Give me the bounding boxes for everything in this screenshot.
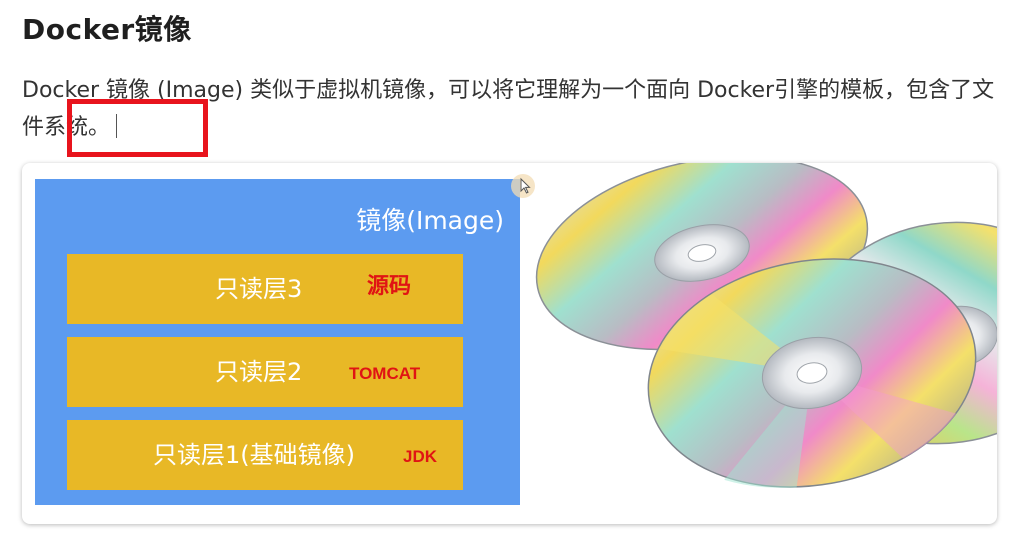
- layer-label: 只读层3: [215, 275, 303, 303]
- page-heading: Docker镜像: [22, 13, 192, 46]
- layer-annotation-tomcat: TOMCAT: [349, 364, 421, 383]
- image-title: 镜像(Image): [356, 206, 504, 235]
- figure-card: 镜像(Image) 只读层3 源码 只读层2 TOMCAT 只读层1(基础镜像)…: [22, 163, 997, 524]
- cd-discs-icon: [535, 163, 997, 488]
- readonly-layer-2: 只读层2 TOMCAT: [67, 337, 463, 407]
- highlight-annotation-box: [67, 99, 208, 157]
- layer-annotation-jdk: JDK: [403, 447, 438, 466]
- layer-label: 只读层1(基础镜像): [153, 441, 355, 469]
- layer-annotation-source: 源码: [367, 273, 412, 298]
- readonly-layer-3: 只读层3 源码: [67, 254, 463, 324]
- layer-label: 只读层2: [215, 358, 303, 386]
- readonly-layer-1-base: 只读层1(基础镜像) JDK: [67, 420, 463, 490]
- docker-image-diagram: 镜像(Image) 只读层3 源码 只读层2 TOMCAT 只读层1(基础镜像)…: [35, 179, 520, 505]
